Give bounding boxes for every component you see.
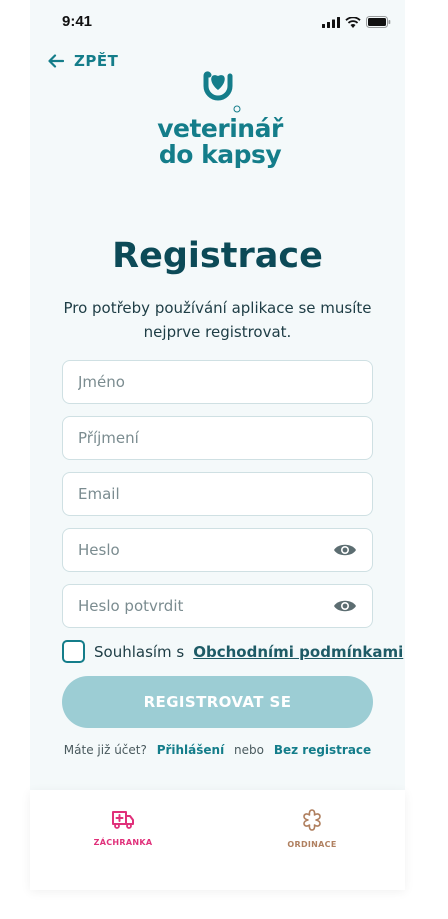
status-time: 9:41 xyxy=(62,13,93,30)
page-title: Registrace xyxy=(112,236,323,276)
clinic-icon xyxy=(303,809,321,831)
no-registration-link[interactable]: Bez registrace xyxy=(274,743,371,757)
logo-line-1: veterinář xyxy=(157,114,283,143)
first-name-input[interactable] xyxy=(78,373,357,391)
show-password-icon[interactable] xyxy=(333,542,357,558)
back-button[interactable]: ZPĚT xyxy=(48,52,118,70)
status-bar: 9:41 xyxy=(30,0,405,44)
status-icons xyxy=(322,16,391,28)
terms-checkbox[interactable] xyxy=(62,640,85,663)
last-name-field[interactable] xyxy=(62,416,373,460)
password-input[interactable] xyxy=(78,541,333,559)
tab-ambulance-label: ZÁCHRANKA xyxy=(93,838,153,847)
password-confirm-input[interactable] xyxy=(78,597,333,615)
first-name-field[interactable] xyxy=(62,360,373,404)
tab-clinic-label: ORDINACE xyxy=(287,840,337,849)
phone-screen: 9:41 ZPĚT veterinář do kapsy Registrace … xyxy=(30,0,405,790)
stethoscope-heart-icon xyxy=(203,71,241,113)
or-text: nebo xyxy=(234,743,264,757)
ambulance-icon xyxy=(112,811,134,829)
register-button[interactable]: REGISTROVAT SE xyxy=(62,676,373,728)
arrow-left-icon xyxy=(48,54,64,68)
wifi-icon xyxy=(345,16,361,28)
has-account-text: Máte již účet? xyxy=(63,743,147,757)
login-link[interactable]: Přihlášení xyxy=(157,743,225,757)
back-label: ZPĚT xyxy=(74,52,119,70)
tab-ambulance[interactable]: ZÁCHRANKA xyxy=(63,808,183,847)
password-field[interactable] xyxy=(62,528,373,572)
consent-prefix: Souhlasím s xyxy=(94,642,185,661)
tab-clinic[interactable]: ORDINACE xyxy=(252,808,372,849)
last-name-input[interactable] xyxy=(78,429,357,447)
password-confirm-field[interactable] xyxy=(62,584,373,628)
show-password-confirm-icon[interactable] xyxy=(333,598,357,614)
email-input[interactable] xyxy=(78,485,357,503)
email-field[interactable] xyxy=(62,472,373,516)
app-logo: veterinář do kapsy xyxy=(150,70,290,176)
battery-icon xyxy=(366,16,391,28)
terms-consent: Souhlasím s Obchodními podmínkami xyxy=(62,640,403,663)
page-subtitle: Pro potřeby používání aplikace se musíte… xyxy=(63,299,372,341)
logo-line-2: do kapsy xyxy=(158,140,282,169)
signal-icon xyxy=(322,16,340,28)
terms-link[interactable]: Obchodními podmínkami xyxy=(193,643,403,661)
bottom-tab-bar: ZÁCHRANKA ORDINACE xyxy=(30,790,405,890)
logo-wordmark: veterinář do kapsy xyxy=(150,116,290,168)
account-links: Máte již účet? Přihlášení nebo Bez regis… xyxy=(30,743,405,757)
